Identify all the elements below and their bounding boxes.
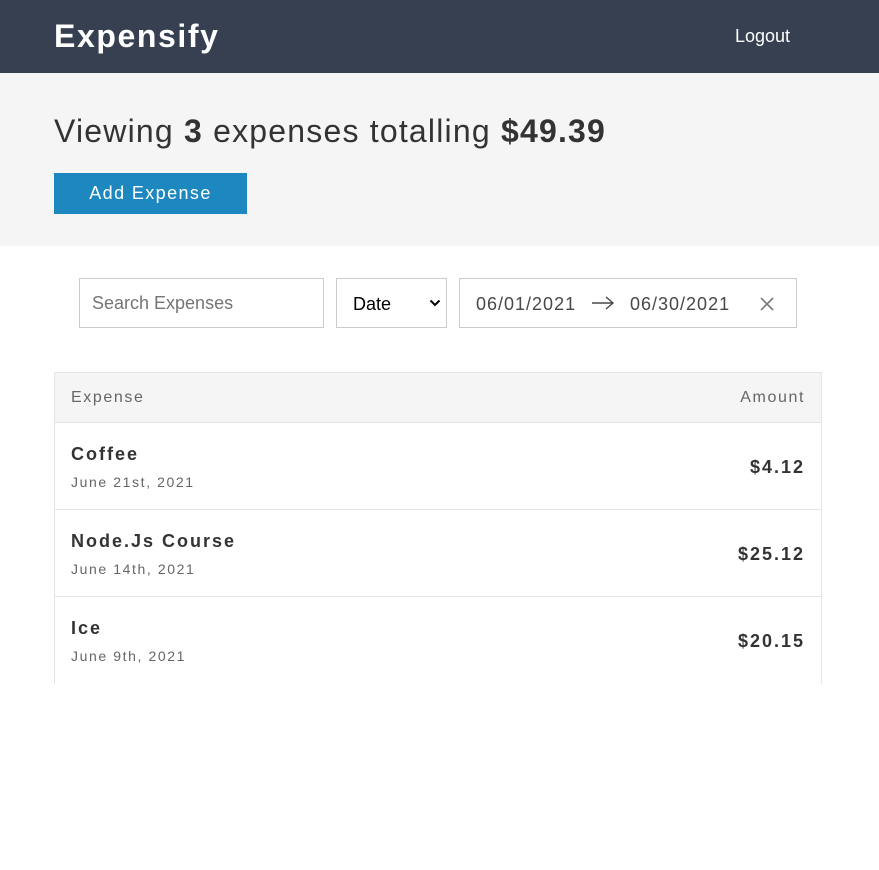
brand-title[interactable]: Expensify — [54, 16, 220, 56]
summary-title: Viewing 3 expenses totalling $49.39 — [54, 111, 606, 151]
add-expense-button[interactable]: Add Expense — [54, 173, 247, 214]
start-date-input[interactable]: 06/01/2021 — [476, 293, 576, 315]
expense-description[interactable]: Coffee — [71, 443, 139, 465]
expense-date: June 21st, 2021 — [71, 474, 195, 490]
close-icon[interactable] — [759, 296, 775, 312]
expense-description[interactable]: Ice — [71, 617, 102, 639]
summary-middle: expenses totalling — [213, 113, 491, 149]
expense-date: June 9th, 2021 — [71, 648, 187, 664]
app-header: Expensify Logout — [0, 0, 879, 73]
arrow-right-icon — [592, 296, 615, 310]
chevron-down-icon — [429, 299, 441, 307]
search-input[interactable] — [79, 278, 324, 328]
sort-select[interactable]: Date — [336, 278, 447, 328]
summary-prefix: Viewing — [54, 113, 174, 149]
expense-amount: $25.12 — [737, 544, 805, 564]
date-range-picker: 06/01/2021 06/30/2021 — [459, 278, 797, 328]
expense-list: Expense Amount Coffee June 21st, 2021 $4… — [54, 372, 822, 684]
expense-row[interactable]: Coffee June 21st, 2021 $4.12 — [55, 423, 821, 510]
expense-total: $49.39 — [500, 113, 607, 149]
column-header-amount: Amount — [740, 389, 805, 406]
expense-count: 3 — [183, 113, 203, 149]
expense-description[interactable]: Node.Js Course — [71, 530, 236, 552]
expense-date: June 14th, 2021 — [71, 561, 196, 577]
logout-button[interactable]: Logout — [735, 26, 790, 46]
expense-list-header: Expense Amount — [55, 373, 821, 423]
expense-amount: $20.15 — [737, 631, 805, 651]
sort-select-value: Date — [353, 294, 392, 314]
summary-section: Viewing 3 expenses totalling $49.39 Add … — [0, 73, 879, 246]
expense-amount: $4.12 — [749, 457, 805, 477]
expense-row[interactable]: Node.Js Course June 14th, 2021 $25.12 — [55, 510, 821, 597]
expense-row[interactable]: Ice June 9th, 2021 $20.15 — [55, 597, 821, 684]
end-date-input[interactable]: 06/30/2021 — [630, 293, 730, 315]
column-header-expense: Expense — [71, 389, 145, 406]
